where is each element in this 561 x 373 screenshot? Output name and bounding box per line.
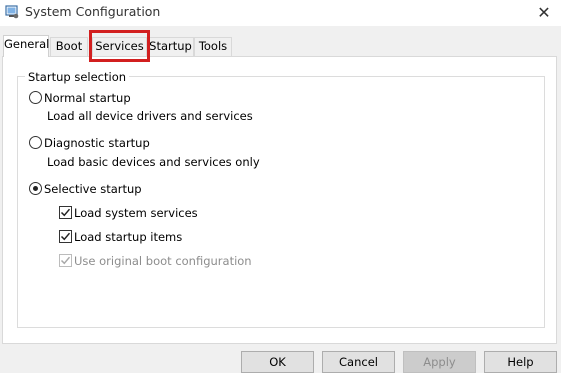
normal-startup-label[interactable]: Normal startup — [44, 91, 131, 105]
tab-boot-label: Boot — [55, 39, 83, 53]
tab-startup[interactable]: Startup — [147, 37, 194, 56]
tab-general[interactable]: General — [3, 35, 49, 57]
close-button[interactable]: ✕ — [527, 0, 561, 26]
tab-tools[interactable]: Tools — [194, 37, 232, 56]
system-configuration-icon — [5, 5, 19, 19]
general-tab-panel: Startup selection Normal startup Load al… — [2, 56, 557, 344]
tab-services-label: Services — [95, 39, 144, 53]
checkmark-icon — [60, 256, 71, 265]
normal-startup-radio[interactable] — [29, 91, 42, 104]
startup-selection-label: Startup selection — [25, 70, 130, 84]
use-original-boot-config-checkbox — [59, 254, 72, 267]
close-icon: ✕ — [537, 5, 551, 22]
use-original-boot-config-label: Use original boot configuration — [74, 254, 252, 268]
diagnostic-startup-label[interactable]: Diagnostic startup — [44, 136, 150, 150]
tab-boot[interactable]: Boot — [50, 37, 88, 56]
load-startup-items-checkbox[interactable] — [59, 230, 72, 243]
tab-startup-label: Startup — [149, 39, 192, 53]
diagnostic-startup-radio[interactable] — [29, 136, 42, 149]
load-system-services-checkbox[interactable] — [59, 206, 72, 219]
checkmark-icon — [60, 232, 71, 241]
tab-tools-label: Tools — [198, 39, 228, 53]
selective-startup-radio[interactable] — [29, 182, 42, 195]
load-system-services-label[interactable]: Load system services — [74, 206, 198, 220]
title-bar: System Configuration ✕ — [0, 0, 561, 26]
window-title: System Configuration — [25, 4, 161, 19]
diagnostic-startup-description: Load basic devices and services only — [47, 155, 260, 169]
load-startup-items-label[interactable]: Load startup items — [74, 230, 182, 244]
normal-startup-description: Load all device drivers and services — [47, 109, 253, 123]
radio-selected-dot — [33, 186, 38, 191]
tab-general-label: General — [4, 37, 50, 51]
tab-services[interactable]: Services — [92, 37, 147, 56]
selective-startup-label[interactable]: Selective startup — [44, 182, 142, 196]
checkmark-icon — [60, 208, 71, 217]
